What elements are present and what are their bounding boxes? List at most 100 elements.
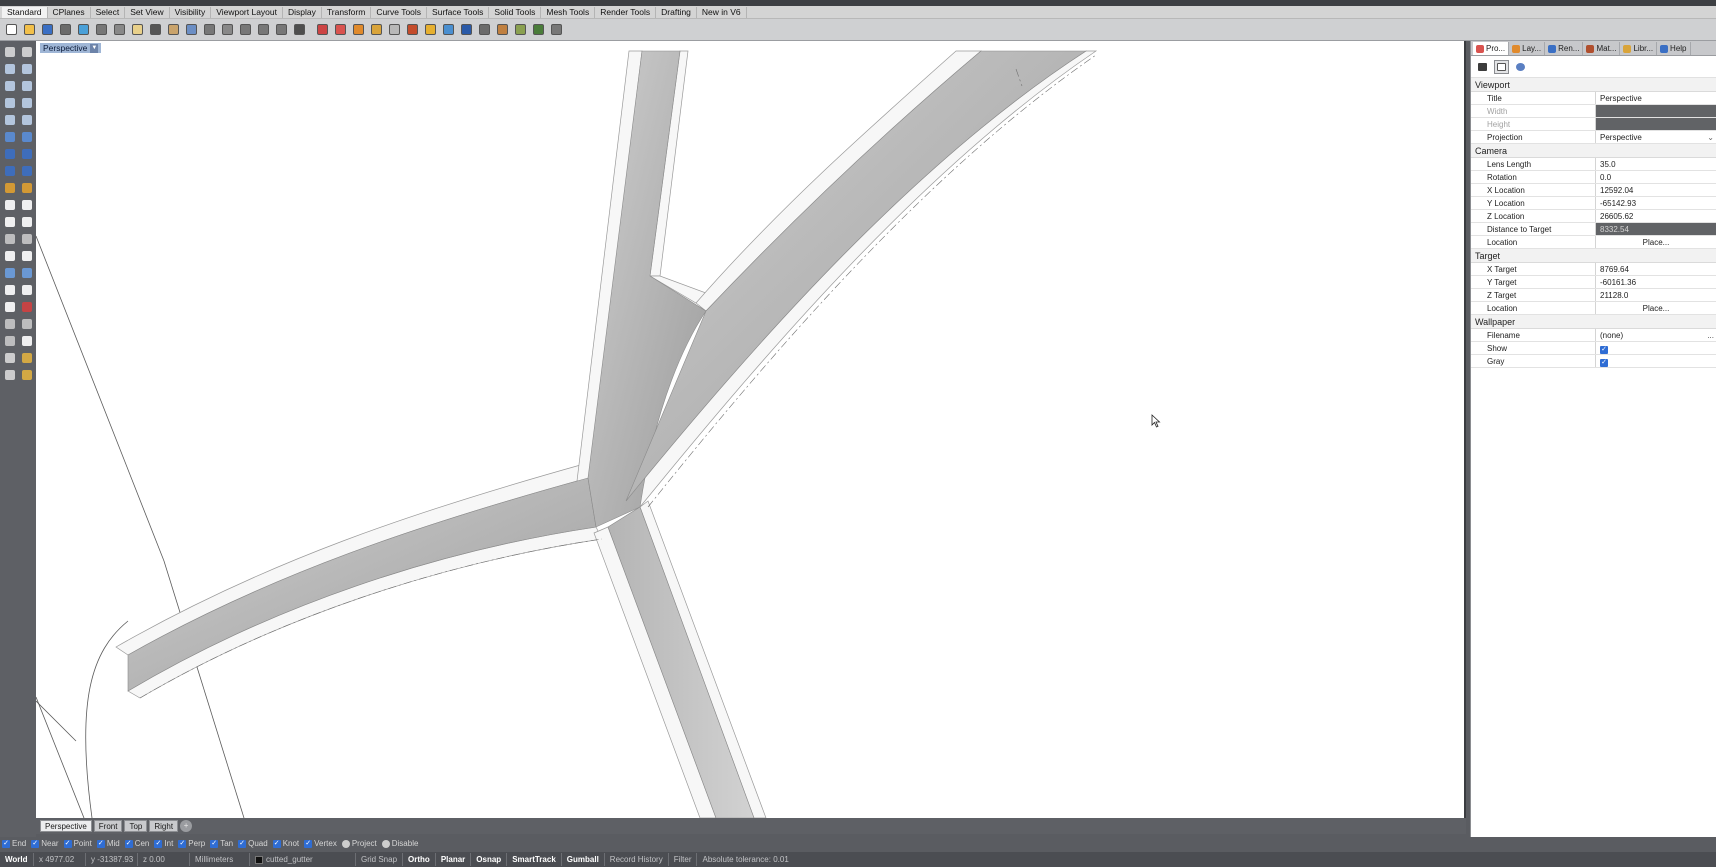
toggle-smarttrack[interactable]: SmartTrack: [507, 853, 562, 866]
section-wallpaper[interactable]: Wallpaper: [1471, 315, 1716, 329]
render-tool-icon[interactable]: [2, 350, 17, 365]
surface-tool-icon[interactable]: [2, 129, 17, 144]
unlock-icon[interactable]: [386, 21, 403, 38]
osnap-perp-checkbox[interactable]: ✓: [178, 839, 187, 848]
light-tool-icon[interactable]: [19, 350, 34, 365]
zoom-icon[interactable]: [201, 21, 218, 38]
hatch-tool-icon[interactable]: [2, 299, 17, 314]
viewport-tab-perspective[interactable]: Perspective: [40, 820, 92, 832]
toggle-planar[interactable]: Planar: [436, 853, 472, 866]
osnap-near[interactable]: ✓ Near: [31, 839, 59, 848]
panel-tab-render[interactable]: Ren...: [1545, 42, 1584, 55]
prop-distance-to-target-value[interactable]: 8332.54: [1596, 223, 1716, 235]
osnap-tan[interactable]: ✓ Tan: [210, 839, 233, 848]
viewport-menu-arrow-icon[interactable]: ▼: [90, 43, 99, 53]
save-file-icon[interactable]: [39, 21, 56, 38]
toolbar-tab-mesh-tools[interactable]: Mesh Tools: [541, 6, 596, 18]
osnap-knot[interactable]: ✓ Knot: [272, 839, 299, 848]
osnap-int-checkbox[interactable]: ✓: [154, 839, 163, 848]
rectangle-tool-icon[interactable]: [19, 61, 34, 76]
zoom-window-icon[interactable]: [219, 21, 236, 38]
copy-icon[interactable]: [111, 21, 128, 38]
explode-tool-icon[interactable]: [19, 214, 34, 229]
material-icon[interactable]: [422, 21, 439, 38]
rotate-view-icon[interactable]: [183, 21, 200, 38]
viewport-tab-front[interactable]: Front: [93, 820, 123, 832]
osnap-near-checkbox[interactable]: ✓: [31, 839, 40, 848]
prop-title-value[interactable]: Perspective: [1596, 92, 1716, 104]
prop-filename-value[interactable]: (none)...: [1596, 329, 1716, 341]
hide-icon[interactable]: [332, 21, 349, 38]
toolbar-tab-drafting[interactable]: Drafting: [656, 6, 697, 18]
check-tool-icon[interactable]: [19, 333, 34, 348]
panel-tab-material[interactable]: Mat...: [1583, 42, 1621, 55]
scale-tool-icon[interactable]: [19, 248, 34, 263]
grid-tool-icon[interactable]: [2, 316, 17, 331]
zoom-selected-icon[interactable]: [255, 21, 272, 38]
prop-y-location-value[interactable]: -65142.93: [1596, 197, 1716, 209]
zoom-extents-icon[interactable]: [237, 21, 254, 38]
toggle-osnap[interactable]: Osnap: [471, 853, 508, 866]
text-tool-icon[interactable]: [2, 282, 17, 297]
toggle-grid-snap[interactable]: Grid Snap: [356, 853, 404, 866]
offset-tool-icon[interactable]: [19, 180, 34, 195]
osnap-cen[interactable]: ✓ Cen: [124, 839, 149, 848]
panel-tab-layers[interactable]: Lay...: [1509, 42, 1546, 55]
browse-file-button[interactable]: ...: [1707, 329, 1714, 341]
shaded-icon[interactable]: [476, 21, 493, 38]
move-tool-icon[interactable]: [2, 231, 17, 246]
circle-tool-icon[interactable]: [2, 78, 17, 93]
add-viewport-tab-icon[interactable]: +: [180, 820, 193, 832]
render-icon[interactable]: [404, 21, 421, 38]
toolbar-tab-standard[interactable]: Standard: [2, 6, 48, 18]
toolbar-tab-curve-tools[interactable]: Curve Tools: [371, 6, 428, 18]
osnap-end[interactable]: ✓ End: [2, 839, 26, 848]
cylinder-tool-icon[interactable]: [2, 163, 17, 178]
viewport-tab-right[interactable]: Right: [149, 820, 179, 832]
undo-icon[interactable]: [147, 21, 164, 38]
prop-z-location-value[interactable]: 26605.62: [1596, 210, 1716, 222]
arc-tool-icon[interactable]: [2, 95, 17, 110]
toggle-record-history[interactable]: Record History: [605, 853, 669, 866]
toggle-ortho[interactable]: Ortho: [403, 853, 436, 866]
undo-view-icon[interactable]: [273, 21, 290, 38]
toolbar-tab-solid-tools[interactable]: Solid Tools: [489, 6, 542, 18]
plugin-icon[interactable]: [548, 21, 565, 38]
perspective-viewport[interactable]: Perspective ▼: [36, 41, 1466, 818]
toolbar-tab-cplanes[interactable]: CPlanes: [48, 6, 91, 18]
sphere-icon[interactable]: [458, 21, 475, 38]
projection-select[interactable]: Perspective ⌄: [1596, 131, 1716, 143]
toggle-filter[interactable]: Filter: [669, 853, 698, 866]
viewport-title[interactable]: Perspective ▼: [40, 43, 102, 53]
osnap-tan-checkbox[interactable]: ✓: [210, 839, 219, 848]
panel-tab-library[interactable]: Libr...: [1620, 42, 1658, 55]
toolbar-tab-set-view[interactable]: Set View: [125, 6, 170, 18]
cut-icon[interactable]: [93, 21, 110, 38]
copy-tool-icon[interactable]: [19, 231, 34, 246]
environment-icon[interactable]: [440, 21, 457, 38]
osnap-int[interactable]: ✓ Int: [154, 839, 173, 848]
mirror-tool-icon[interactable]: [2, 265, 17, 280]
select-tool-icon[interactable]: [2, 44, 17, 59]
prop-x-target-value[interactable]: 8769.64: [1596, 263, 1716, 275]
toolbar-tab-viewport-layout[interactable]: Viewport Layout: [211, 6, 284, 18]
viewport-page-icon[interactable]: [1494, 59, 1509, 74]
lock-icon[interactable]: [368, 21, 385, 38]
toggle-gumball[interactable]: Gumball: [562, 853, 605, 866]
block-tool-icon[interactable]: [19, 299, 34, 314]
camera-place-button[interactable]: Place...: [1596, 236, 1716, 248]
array-tool-icon[interactable]: [19, 265, 34, 280]
show-icon[interactable]: [350, 21, 367, 38]
print-icon[interactable]: [57, 21, 74, 38]
dimension-tool-icon[interactable]: [19, 282, 34, 297]
analyze-tool-icon[interactable]: [2, 333, 17, 348]
point-tool-icon[interactable]: [19, 44, 34, 59]
osnap-quad[interactable]: ✓ Quad: [238, 839, 268, 848]
snapshot-icon[interactable]: [494, 21, 511, 38]
ellipse-tool-icon[interactable]: [19, 78, 34, 93]
gray-checkbox[interactable]: ✓: [1600, 359, 1608, 367]
osnap-end-checkbox[interactable]: ✓: [2, 839, 10, 848]
polygon-tool-icon[interactable]: [2, 112, 17, 127]
toolbar-tab-transform[interactable]: Transform: [322, 6, 372, 18]
toolbar-tab-new-in-v6[interactable]: New in V6: [697, 6, 747, 18]
